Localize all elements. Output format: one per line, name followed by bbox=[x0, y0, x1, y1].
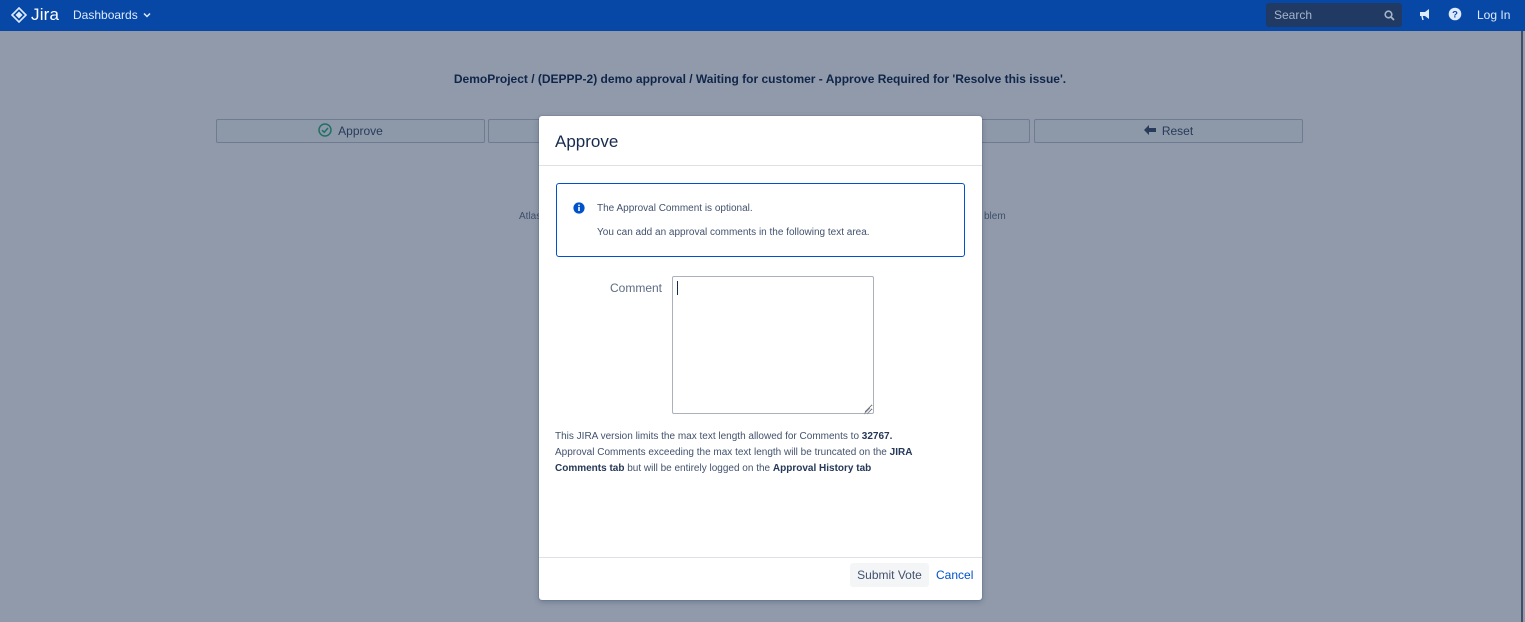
jira-logo-icon bbox=[11, 7, 27, 23]
comment-label: Comment bbox=[610, 281, 663, 295]
note-line-1: This JIRA version limits the max text le… bbox=[555, 429, 965, 445]
submit-vote-button[interactable]: Submit Vote bbox=[850, 563, 929, 587]
nav-dashboards-label: Dashboards bbox=[73, 8, 138, 22]
info-icon bbox=[573, 202, 585, 217]
note-text: but will be entirely logged on the bbox=[624, 463, 773, 474]
info-text-line1: The Approval Comment is optional. bbox=[597, 203, 753, 214]
info-text-line2: You can add an approval comments in the … bbox=[597, 227, 870, 238]
approve-dialog: Approve The Approval Comment is optional… bbox=[539, 116, 982, 600]
svg-text:?: ? bbox=[1452, 10, 1458, 21]
jira-logo-text: Jira bbox=[31, 5, 60, 24]
search-box bbox=[1266, 3, 1402, 27]
dialog-title: Approve bbox=[555, 132, 619, 151]
search-icon[interactable] bbox=[1384, 9, 1395, 24]
help-icon[interactable]: ? bbox=[1448, 7, 1462, 24]
length-notes: This JIRA version limits the max text le… bbox=[555, 429, 965, 477]
jira-logo[interactable]: Jira bbox=[11, 5, 59, 25]
note-text: Approval Comments exceeding the max text… bbox=[555, 447, 890, 458]
window-edge bbox=[1521, 31, 1523, 622]
note-bold: Approval History tab bbox=[772, 463, 872, 474]
note-text: This JIRA version limits the max text le… bbox=[555, 431, 862, 442]
top-navigation-bar: Jira Dashboards ? Log In bbox=[0, 0, 1525, 31]
resize-grip-icon[interactable] bbox=[863, 403, 871, 418]
chevron-down-icon bbox=[138, 11, 151, 19]
search-input[interactable] bbox=[1266, 3, 1384, 27]
comment-textarea[interactable] bbox=[672, 276, 874, 414]
dialog-footer-divider bbox=[539, 557, 982, 558]
cancel-link[interactable]: Cancel bbox=[936, 568, 973, 582]
nav-dashboards-menu[interactable]: Dashboards bbox=[73, 8, 151, 22]
note-line-2: Approval Comments exceeding the max text… bbox=[555, 445, 965, 477]
info-message: The Approval Comment is optional. You ca… bbox=[556, 183, 965, 257]
note-bold: 32767. bbox=[861, 431, 893, 442]
login-link[interactable]: Log In bbox=[1477, 8, 1510, 22]
dialog-header-divider bbox=[539, 165, 982, 166]
text-caret bbox=[677, 281, 678, 295]
megaphone-icon[interactable] bbox=[1418, 7, 1432, 24]
